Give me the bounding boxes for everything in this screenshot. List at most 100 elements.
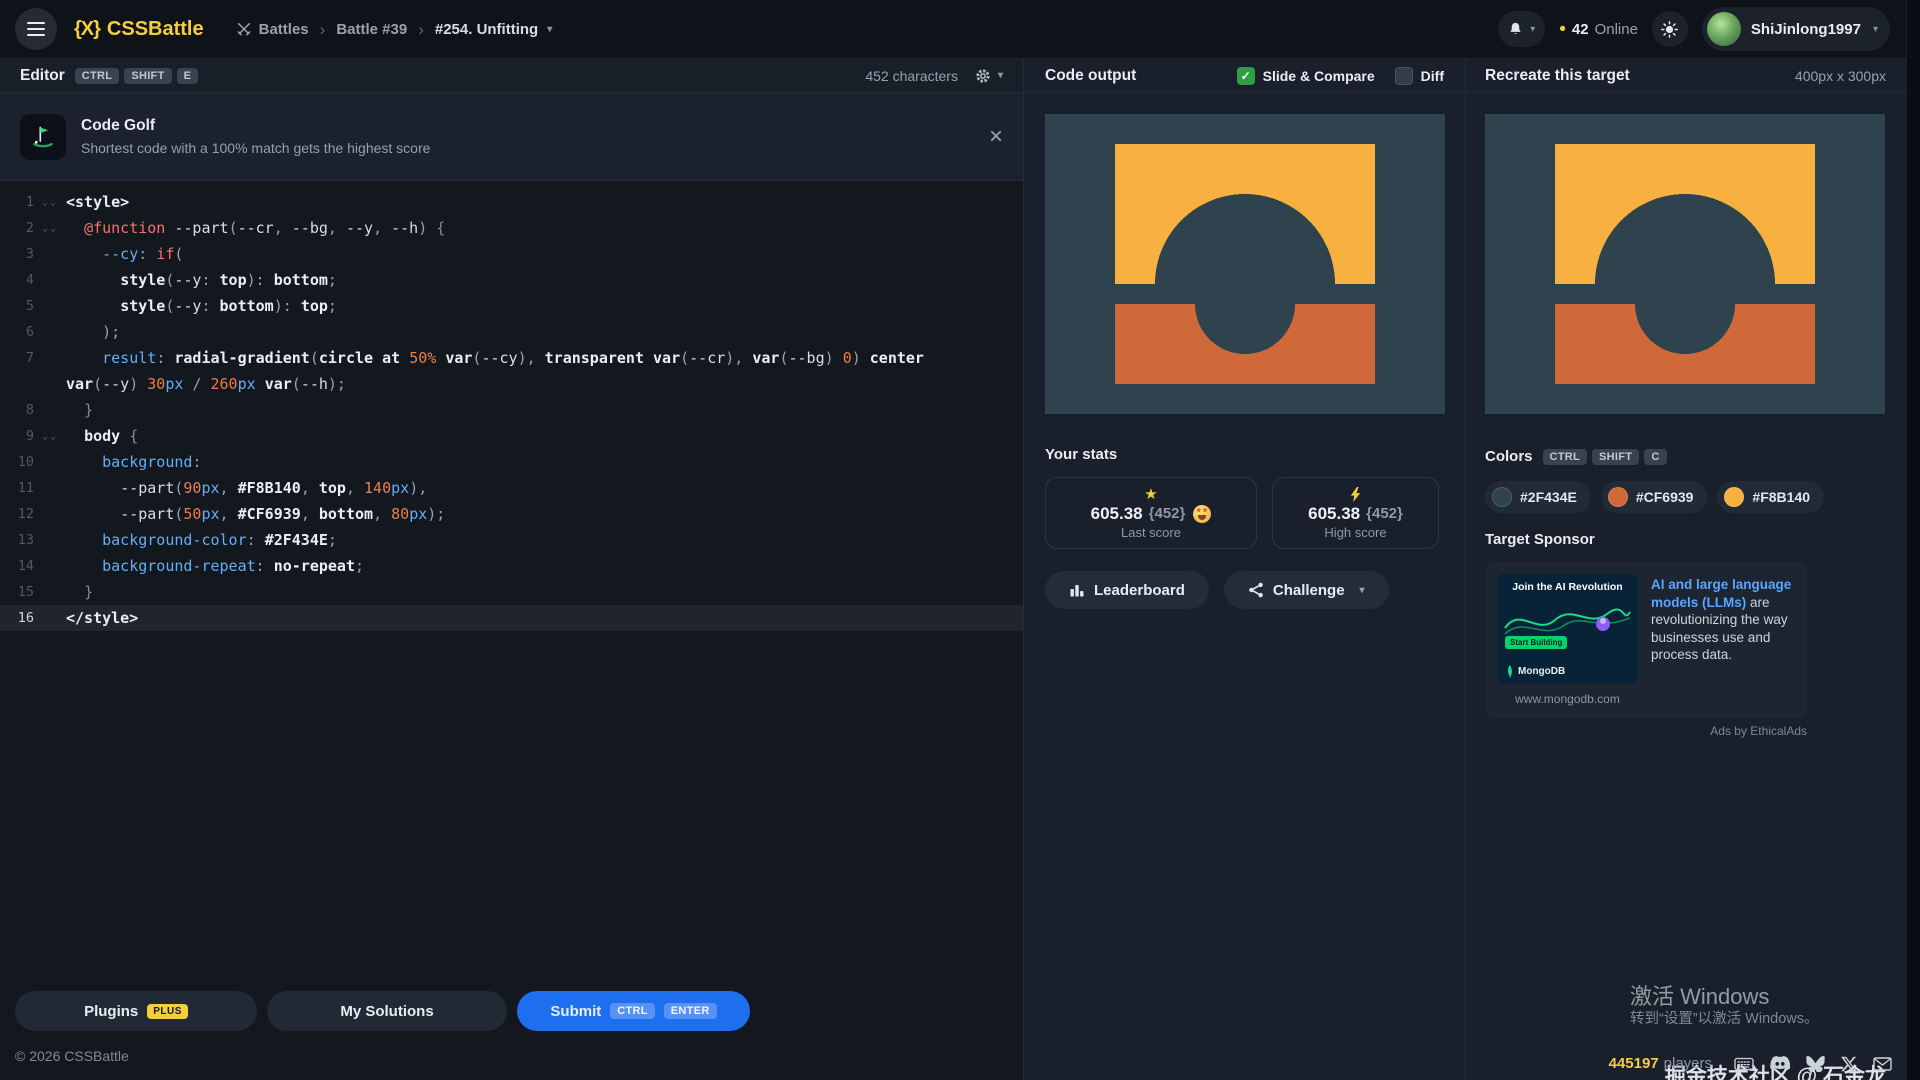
fold-icon[interactable]: ⌄⌄ [34,223,66,234]
code-line[interactable]: 16 </style> [0,605,1023,631]
menu-button[interactable] [15,8,57,50]
banner-texts: Code Golf Shortest code with a 100% matc… [81,117,430,156]
code-line[interactable]: 10 background: [0,449,1023,475]
code-line[interactable]: 6 ); [0,319,1023,345]
key-e: E [177,68,199,84]
code-line[interactable]: var(--y) 30px / 260px var(--h); [0,371,1023,397]
sun-icon [1661,21,1678,38]
x-icon[interactable] [1841,1056,1857,1072]
line-number: 1 [0,194,34,210]
chevron-down-icon: ▾ [547,24,552,35]
main-layout: Editor CTRL SHIFT E 452 characters ▾ [0,59,1920,1080]
code-line[interactable]: 11 --part(90px, #F8B140, top, 140px), [0,475,1023,501]
breadcrumb-battle[interactable]: Battle #39 [336,21,407,38]
discord-icon[interactable] [1770,1055,1790,1072]
output-title: Code output [1045,67,1136,85]
code-line[interactable]: 9⌄⌄ body { [0,423,1023,449]
color-hex-label: #2F434E [1520,489,1577,505]
code-line[interactable]: 4 style(--y: top): bottom; [0,267,1023,293]
color-chip[interactable]: #2F434E [1485,481,1591,513]
code-golf-banner: Code Golf Shortest code with a 100% matc… [0,93,1023,181]
code-text: ); [66,323,120,341]
code-text: } [66,401,93,419]
slide-compare-toggle[interactable]: ✓ Slide & Compare [1237,67,1375,85]
code-output-render[interactable] [1045,114,1445,414]
banner-subtitle: Shortest code with a 100% match gets the… [81,140,430,156]
breadcrumb-separator: › [418,21,424,38]
code-line[interactable]: 14 background-repeat: no-repeat; [0,553,1023,579]
share-icon [1248,582,1264,598]
plugins-button[interactable]: Plugins PLUS [15,991,257,1031]
my-solutions-button[interactable]: My Solutions [267,991,507,1031]
leaderboard-label: Leaderboard [1094,582,1185,599]
code-line[interactable]: 3 --cy: if( [0,241,1023,267]
stat-cards: ★605.38{452}Last score605.38{452}High sc… [1045,477,1444,549]
color-chip[interactable]: #CF6939 [1601,481,1708,513]
ad-attribution[interactable]: Ads by EthicalAds [1485,724,1807,738]
stat-value: 605.38{452} [1091,504,1212,524]
code-text: result: radial-gradient(circle at 50% va… [66,349,924,367]
line-number: 2 [0,220,34,236]
diff-toggle[interactable]: Diff [1395,67,1444,85]
challenge-label: Challenge [1273,582,1345,599]
editor-settings-button[interactable]: ▾ [974,67,1003,85]
code-line[interactable]: 13 background-color: #2F434E; [0,527,1023,553]
colors-row: Colors CTRL SHIFT C [1485,448,1920,465]
ad-text: AI and large language models (LLMs) are … [1651,574,1795,706]
scrollbar-track[interactable] [1906,0,1920,1080]
code-text: background-color: #2F434E; [66,531,337,549]
ad-link[interactable]: AI and large language models (LLMs) [1651,577,1791,610]
fold-icon[interactable]: ⌄⌄ [34,197,66,208]
output-actions: Leaderboard Challenge ▾ [1045,571,1444,609]
line-number: 3 [0,246,34,262]
stat-card: 605.38{452}High score [1272,477,1439,549]
logo[interactable]: {X} CSSBattle [74,18,204,41]
ad-image[interactable]: Join the AI Revolution Start Building [1497,574,1638,684]
logo-text: CSSBattle [107,18,204,41]
breadcrumb-current-target[interactable]: #254. Unfitting ▾ [435,21,552,38]
code-line[interactable]: 15 } [0,579,1023,605]
user-menu[interactable]: ShiJinlong1997 ▾ [1702,7,1890,51]
output-toggles: ✓ Slide & Compare Diff [1237,67,1444,85]
key-ctrl: CTRL [1543,449,1588,465]
breadcrumb-battles[interactable]: Battles [236,21,309,38]
code-line[interactable]: 2⌄⌄ @function --part(--cr, --bg, --y, --… [0,215,1023,241]
theme-toggle-button[interactable] [1652,11,1688,47]
target-title: Recreate this target [1485,67,1630,85]
ad-cta-button[interactable]: Start Building [1505,636,1567,649]
challenge-button[interactable]: Challenge ▾ [1224,571,1389,609]
gear-icon [974,67,992,85]
code-line[interactable]: 1⌄⌄<style> [0,189,1023,215]
target-body: Colors CTRL SHIFT C #2F434E #CF6939 #F8B14… [1466,93,1920,1080]
code-text: </style> [66,609,138,627]
notifications-button[interactable]: ▾ [1498,11,1545,47]
stat-card: ★605.38{452}Last score [1045,477,1257,549]
checkbox-unchecked-icon [1395,67,1413,85]
submit-button[interactable]: Submit CTRL ENTER [517,991,750,1031]
line-number: 4 [0,272,34,288]
logo-glyph: {X} [74,18,100,41]
line-number: 16 [0,610,34,626]
code-line[interactable]: 12 --part(50px, #CF6939, bottom, 80px); [0,501,1023,527]
close-icon[interactable]: × [989,125,1003,149]
online-label: Online [1595,21,1638,38]
code-editor[interactable]: 1⌄⌄<style>2⌄⌄ @function --part(--cr, --b… [0,181,1023,982]
star-icon: ★ [1144,487,1157,503]
line-number: 5 [0,298,34,314]
code-line[interactable]: 8 } [0,397,1023,423]
ad-brand: MongoDB [1505,665,1565,678]
breadcrumb-separator: › [320,21,326,38]
code-line[interactable]: 7 result: radial-gradient(circle at 50% … [0,345,1023,371]
bluesky-icon[interactable] [1806,1055,1825,1072]
code-line[interactable]: 5 style(--y: bottom): top; [0,293,1023,319]
avatar [1707,12,1741,46]
output-header: Code output ✓ Slide & Compare Diff [1024,59,1465,93]
leaderboard-button[interactable]: Leaderboard [1045,571,1209,609]
code-output-panel: Code output ✓ Slide & Compare Diff Your … [1023,59,1465,1080]
fold-icon[interactable]: ⌄⌄ [34,431,66,442]
mail-icon[interactable] [1873,1056,1892,1072]
keyboard-icon[interactable] [1734,1056,1754,1072]
color-chip[interactable]: #F8B140 [1717,481,1824,513]
top-navbar: {X} CSSBattle Battles › Battle #39 › #25… [0,0,1920,59]
target-image[interactable] [1485,114,1885,414]
